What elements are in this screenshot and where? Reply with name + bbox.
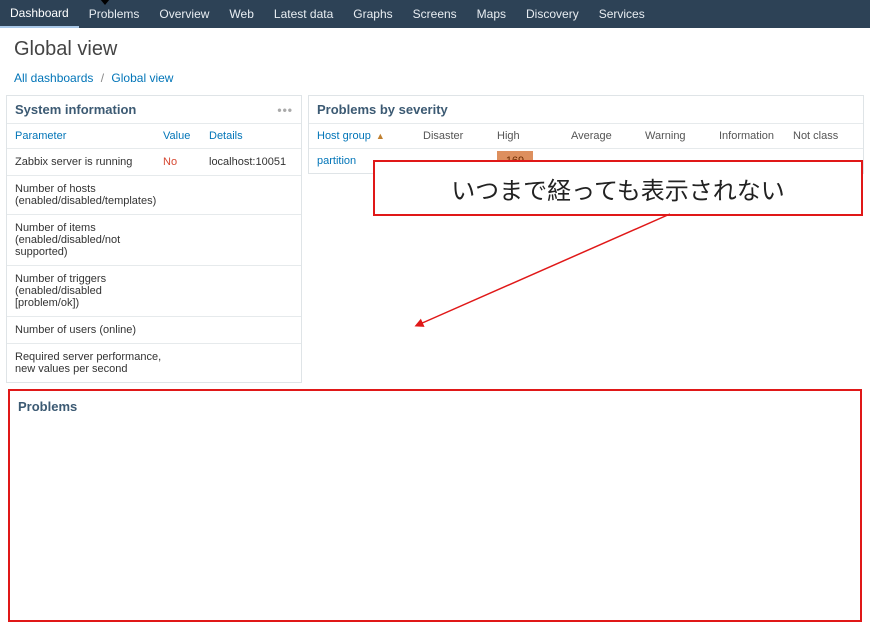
- cell-details: localhost:10051: [209, 156, 293, 168]
- cell-param: Number of triggers (enabled/disabled [pr…: [15, 273, 163, 309]
- sort-asc-icon: ▲: [376, 131, 385, 141]
- annotation-callout: いつまで経っても表示されない: [373, 160, 863, 216]
- sysinfo-header-row: Parameter Value Details: [7, 123, 301, 148]
- cell-param: Number of items (enabled/disabled/not su…: [15, 222, 163, 258]
- cell-value: [163, 351, 209, 375]
- table-row: Number of hosts (enabled/disabled/templa…: [7, 175, 301, 214]
- table-row: Number of users (online): [7, 316, 301, 343]
- breadcrumb: All dashboards / Global view: [0, 67, 870, 95]
- cell-value: No: [163, 156, 209, 168]
- hostgroup-link[interactable]: partition: [317, 155, 356, 167]
- table-row: Number of triggers (enabled/disabled [pr…: [7, 265, 301, 316]
- col-information[interactable]: Information: [719, 130, 793, 142]
- breadcrumb-root[interactable]: All dashboards: [14, 71, 93, 85]
- nav-tab-discovery[interactable]: Discovery: [516, 0, 589, 28]
- col-hostgroup[interactable]: Host group ▲: [317, 130, 423, 142]
- col-details[interactable]: Details: [209, 130, 293, 142]
- main-nav: Dashboard Problems Overview Web Latest d…: [0, 0, 870, 28]
- cell-value: [163, 324, 209, 336]
- nav-tab-screens[interactable]: Screens: [403, 0, 467, 28]
- table-row: Required server performance, new values …: [7, 343, 301, 382]
- widget-menu-icon[interactable]: •••: [277, 103, 293, 117]
- col-average[interactable]: Average: [571, 130, 645, 142]
- widget-system-information: System information ••• Parameter Value D…: [6, 95, 302, 383]
- page-title: Global view: [0, 28, 870, 67]
- widget-title: System information: [15, 102, 136, 117]
- cell-details: [209, 273, 293, 309]
- cell-value: [163, 273, 209, 309]
- nav-tab-maps[interactable]: Maps: [467, 0, 516, 28]
- nav-tab-services[interactable]: Services: [589, 0, 655, 28]
- breadcrumb-current[interactable]: Global view: [111, 71, 173, 85]
- nav-tab-graphs[interactable]: Graphs: [343, 0, 402, 28]
- nav-tab-problems[interactable]: Problems: [79, 0, 150, 28]
- cell-details: [209, 222, 293, 258]
- annotation-text: いつまで経っても表示されない: [451, 171, 785, 206]
- severity-header-row: Host group ▲ Disaster High Average Warni…: [309, 123, 863, 148]
- col-notclassified[interactable]: Not class: [793, 130, 855, 142]
- cell-value: [163, 222, 209, 258]
- col-warning[interactable]: Warning: [645, 130, 719, 142]
- cell-details: [209, 324, 293, 336]
- widget-title: Problems: [10, 391, 860, 422]
- cell-param: Required server performance, new values …: [15, 351, 163, 375]
- nav-tab-web[interactable]: Web: [219, 0, 263, 28]
- cell-value: [163, 183, 209, 207]
- cell-param: Zabbix server is running: [15, 156, 163, 168]
- col-parameter[interactable]: Parameter: [15, 130, 163, 142]
- cell-param: Number of users (online): [15, 324, 163, 336]
- col-disaster[interactable]: Disaster: [423, 130, 497, 142]
- table-row: Number of items (enabled/disabled/not su…: [7, 214, 301, 265]
- nav-tab-overview[interactable]: Overview: [149, 0, 219, 28]
- col-value[interactable]: Value: [163, 130, 209, 142]
- cell-details: [209, 183, 293, 207]
- nav-tab-latest-data[interactable]: Latest data: [264, 0, 343, 28]
- cell-details: [209, 351, 293, 375]
- table-row: Zabbix server is running No localhost:10…: [7, 148, 301, 175]
- widget-title: Problems by severity: [317, 102, 448, 117]
- breadcrumb-sep: /: [101, 71, 104, 85]
- col-high[interactable]: High: [497, 130, 571, 142]
- cell-param: Number of hosts (enabled/disabled/templa…: [15, 183, 163, 207]
- problems-body-empty: [10, 422, 860, 620]
- widget-problems: Problems: [8, 389, 862, 622]
- nav-tab-dashboard[interactable]: Dashboard: [0, 0, 79, 28]
